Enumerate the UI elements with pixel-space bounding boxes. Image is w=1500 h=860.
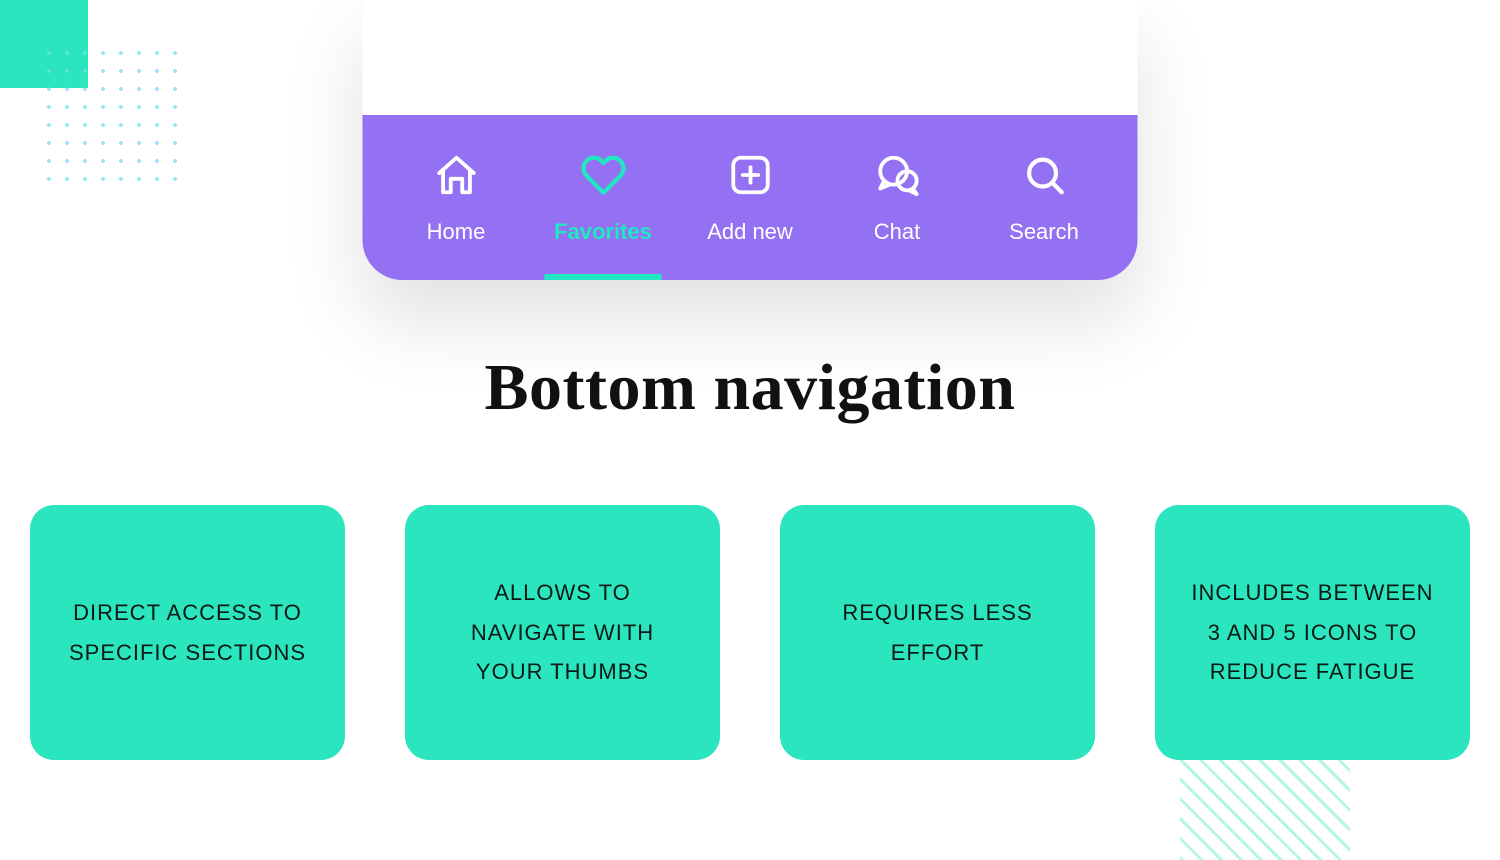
feature-cards-row: DIRECT ACCESS TO SPECIFIC SECTIONS ALLOW… (30, 505, 1470, 760)
feature-card-text: ALLOWS TO NAVIGATE WITH YOUR THUMBS (435, 573, 690, 692)
heart-icon (579, 151, 627, 199)
nav-item-home[interactable]: Home (383, 115, 530, 280)
nav-item-label: Add new (707, 219, 793, 245)
feature-card: INCLUDES BETWEEN 3 AND 5 ICONS TO REDUCE… (1155, 505, 1470, 760)
home-icon (432, 151, 480, 199)
nav-item-favorites[interactable]: Favorites (530, 115, 677, 280)
nav-item-chat[interactable]: Chat (824, 115, 971, 280)
nav-item-label: Chat (874, 219, 920, 245)
plus-square-icon (726, 151, 774, 199)
bottom-navigation-bar: Home Favorites Add new (363, 115, 1138, 280)
chat-icon (873, 151, 921, 199)
feature-card: REQUIRES LESS EFFORT (780, 505, 1095, 760)
feature-card-text: DIRECT ACCESS TO SPECIFIC SECTIONS (60, 593, 315, 672)
page-title: Bottom navigation (0, 350, 1500, 426)
feature-card-text: REQUIRES LESS EFFORT (810, 593, 1065, 672)
active-underline (544, 274, 662, 280)
nav-item-label: Home (427, 219, 486, 245)
decorative-diagonal-lines (1180, 760, 1350, 860)
feature-card-text: INCLUDES BETWEEN 3 AND 5 ICONS TO REDUCE… (1185, 573, 1440, 692)
nav-item-label: Search (1009, 219, 1079, 245)
search-icon (1020, 151, 1068, 199)
nav-item-label: Favorites (554, 219, 652, 245)
decorative-dots (40, 44, 180, 184)
feature-card: ALLOWS TO NAVIGATE WITH YOUR THUMBS (405, 505, 720, 760)
feature-card: DIRECT ACCESS TO SPECIFIC SECTIONS (30, 505, 345, 760)
nav-item-add-new[interactable]: Add new (677, 115, 824, 280)
phone-mockup: Home Favorites Add new (363, 0, 1138, 280)
nav-item-search[interactable]: Search (971, 115, 1118, 280)
